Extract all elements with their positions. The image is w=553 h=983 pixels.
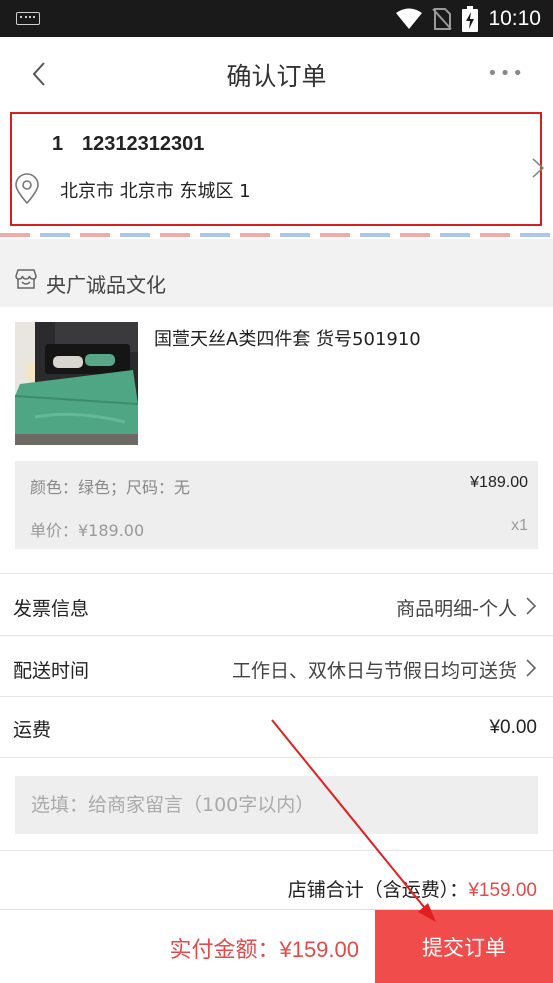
payable-amount: ¥159.00 [279, 937, 359, 962]
location-pin-icon [15, 173, 39, 205]
shop-name: 央广诚品文化 [46, 273, 166, 297]
invoice-value: 商品明细-个人 [396, 598, 517, 620]
payable-total: 实付金额：¥159.00 [169, 932, 359, 964]
invoice-row[interactable]: 发票信息 商品明细-个人 [0, 573, 553, 635]
product-spec: 颜色：绿色；尺码：无 [30, 478, 191, 497]
product-price: ¥189.00 [470, 474, 528, 491]
memo-section [0, 757, 553, 850]
unit-price: 单价：¥189.00 [30, 521, 145, 540]
more-icon[interactable]: ••• [487, 63, 525, 84]
product-card: 国萱天丝A类四件套 货号501910 颜色：绿色；尺码：无 ¥189.00 单价… [0, 307, 553, 573]
shipping-fee-row: 运费 ¥0.00 [0, 696, 553, 757]
chevron-right-icon [526, 659, 537, 677]
invoice-label: 发票信息 [13, 598, 90, 620]
submit-order-button[interactable]: 提交订单 [375, 910, 553, 983]
no-sim-icon [432, 8, 453, 30]
page-title: 确认订单 [226, 62, 327, 91]
product-title: 国萱天丝A类四件套 货号501910 [154, 329, 421, 350]
battery-icon [462, 6, 479, 32]
address-detail: 北京市 北京市 东城区 1 [60, 181, 251, 202]
delivery-time-label: 配送时间 [13, 660, 90, 682]
delivery-time-value: 工作日、双休日与节假日均可送货 [231, 660, 517, 682]
recipient-name: 1 [52, 133, 64, 155]
envelope-stripe [0, 233, 553, 237]
seller-message-input[interactable] [15, 776, 538, 834]
subtotal-label: 店铺合计（含运费）： [287, 879, 469, 901]
status-bar: 10:10 [0, 0, 553, 37]
subtotal-amount: ¥159.00 [468, 880, 537, 901]
clock: 10:10 [488, 7, 541, 30]
checkout-bar: 实付金额：¥159.00 提交订单 [0, 909, 553, 983]
shop-subtotal: 店铺合计（含运费）：¥159.00 [0, 850, 553, 909]
address-card[interactable]: 1 12312312301 北京市 北京市 东城区 1 [0, 109, 553, 239]
keyboard-icon [16, 12, 40, 25]
product-image[interactable] [15, 322, 138, 445]
recipient-phone: 12312312301 [82, 133, 205, 155]
address-highlight-box [10, 112, 542, 226]
payable-label: 实付金额： [169, 938, 280, 963]
shipping-fee-value: ¥0.00 [489, 717, 537, 738]
nav-bar: 确认订单 ••• [0, 37, 553, 109]
product-quantity: x1 [511, 517, 528, 534]
chevron-right-icon [526, 597, 537, 615]
wifi-icon [396, 8, 423, 29]
shop-icon [15, 269, 37, 289]
chevron-right-icon [532, 158, 545, 178]
shipping-fee-label: 运费 [13, 719, 52, 741]
shop-header: 央广诚品文化 [0, 255, 553, 307]
delivery-time-row[interactable]: 配送时间 工作日、双休日与节假日均可送货 [0, 635, 553, 696]
product-spec-box: 颜色：绿色；尺码：无 ¥189.00 单价：¥189.00 x1 [15, 461, 538, 549]
